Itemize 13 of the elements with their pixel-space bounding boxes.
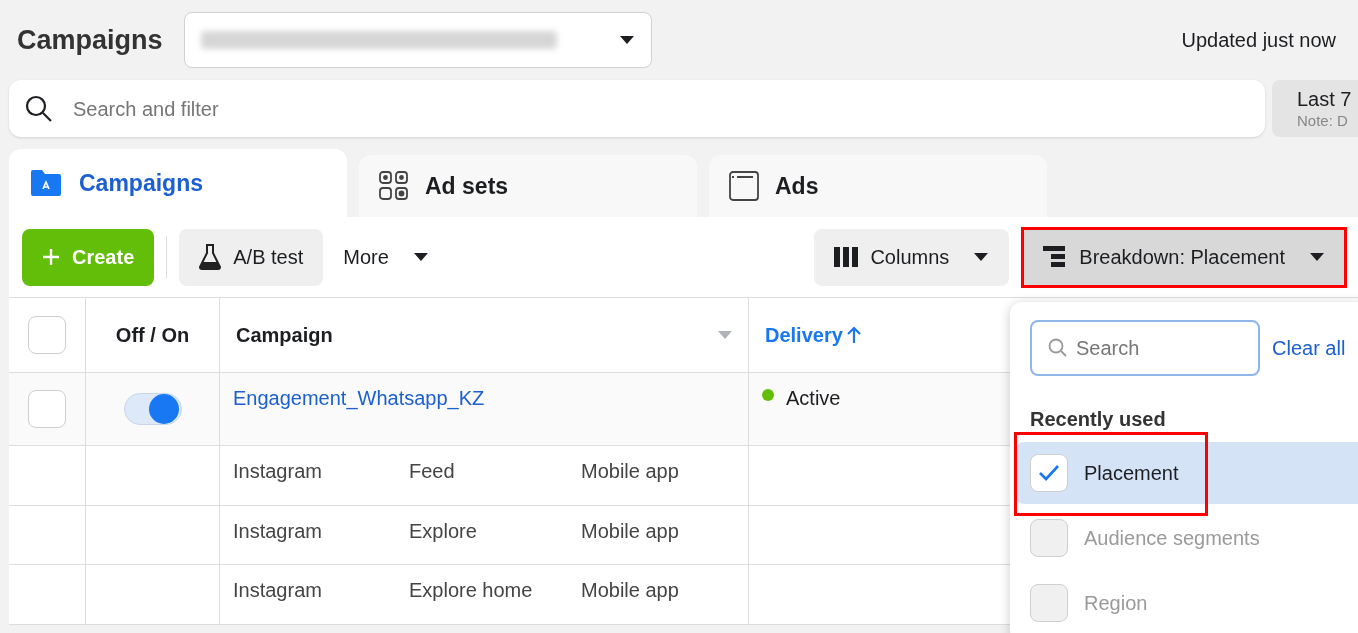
breakdown-cell-text: Instagram — [233, 459, 323, 484]
breakdown-cell-text: Explore home — [409, 578, 534, 603]
breakdown-cell-text: Mobile app — [581, 578, 679, 603]
breakdown-cell-text: Mobile app — [581, 459, 679, 484]
update-status: Updated just now — [1181, 28, 1336, 53]
breakdown-cell-text: Instagram — [233, 518, 323, 544]
delivery-status: Active — [786, 386, 841, 411]
breakdown-cell-text: Explore — [409, 518, 478, 544]
breakdown-cell-text: Mobile app — [581, 518, 679, 544]
breakdown-cell-text: Instagram — [233, 578, 323, 603]
breakdown-cell-text: Feed — [409, 459, 456, 484]
page-title: Campaigns — [17, 23, 163, 57]
section-heading: Recently used — [1029, 407, 1167, 432]
